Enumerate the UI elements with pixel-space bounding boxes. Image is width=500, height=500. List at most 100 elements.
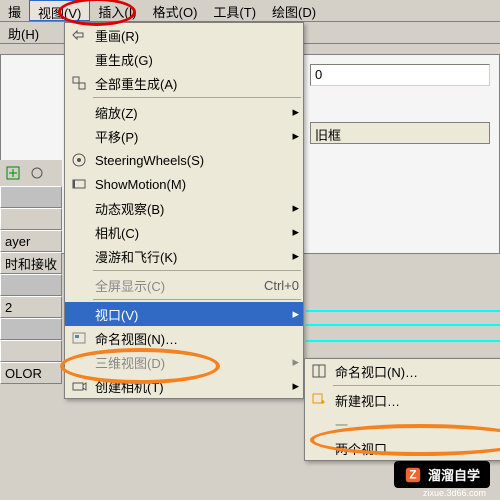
- menu-item-named-views[interactable]: 命名视图(N)…: [65, 326, 303, 350]
- menu-label: 全屏显示(C): [95, 276, 244, 295]
- menu-separator: [333, 385, 500, 386]
- blank-icon: [69, 304, 89, 324]
- submenu-item-new-viewport[interactable]: 新建视口…: [305, 388, 500, 412]
- menu-edit[interactable]: 撮: [0, 0, 29, 21]
- submenu-item-one[interactable]: 一: [305, 412, 500, 436]
- watermark-logo-icon: Z: [404, 466, 422, 484]
- menu-item-pan[interactable]: 平移(P) ▸: [65, 124, 303, 148]
- panel-row-color[interactable]: OLOR: [0, 362, 62, 384]
- toolbar-button[interactable]: [26, 162, 48, 184]
- panel-row: [0, 186, 62, 208]
- blank-icon: [309, 438, 329, 458]
- menu-draw[interactable]: 绘图(D): [264, 0, 324, 21]
- chevron-right-icon: ▸: [292, 200, 299, 216]
- menu-item-zoom[interactable]: 缩放(Z) ▸: [65, 100, 303, 124]
- menu-label: 命名视图(N)…: [95, 329, 299, 348]
- panel-row: [0, 340, 62, 362]
- menu-label: 平移(P): [95, 127, 292, 146]
- menu-label: 命名视口(N)…: [335, 362, 499, 381]
- blank-icon: [309, 414, 329, 434]
- view-dropdown: 重画(R) 重生成(G) 全部重生成(A) 缩放(Z) ▸ 平移(P) ▸ St…: [64, 22, 304, 399]
- menu-label: 相机(C): [95, 223, 292, 242]
- new-viewport-icon: [309, 390, 329, 410]
- menu-item-walk-fly[interactable]: 漫游和飞行(K) ▸: [65, 244, 303, 268]
- menu-help[interactable]: 助(H): [0, 22, 47, 43]
- panel-row: [0, 318, 62, 340]
- chevron-right-icon: ▸: [292, 378, 299, 394]
- viewport-submenu: 命名视口(N)… 新建视口… 一 两个视口…: [304, 358, 500, 461]
- chevron-right-icon: ▸: [292, 306, 299, 322]
- submenu-item-two[interactable]: 两个视口…: [305, 436, 500, 460]
- menu-item-regen[interactable]: 重生成(G): [65, 47, 303, 71]
- wheel-icon: [69, 150, 89, 170]
- drawing-line: [306, 340, 500, 342]
- menu-label: 动态观察(B): [95, 199, 292, 218]
- chevron-right-icon: ▸: [292, 128, 299, 144]
- menu-shortcut: Ctrl+0: [264, 278, 299, 293]
- menu-item-create-camera[interactable]: 创建相机(T) ▸: [65, 374, 303, 398]
- menu-label: 重生成(G): [95, 50, 299, 69]
- named-viewport-icon: [309, 361, 329, 381]
- panel-row: [0, 208, 62, 230]
- submenu-item-named-viewports[interactable]: 命名视口(N)…: [305, 359, 500, 383]
- panel-row[interactable]: 2: [0, 296, 62, 318]
- menubar: 撮 视图(V) 插入(I) 格式(O) 工具(T) 绘图(D): [0, 0, 500, 22]
- panel-row: [0, 274, 62, 296]
- menu-item-3d-views[interactable]: 三维视图(D) ▸: [65, 350, 303, 374]
- watermark: Z 溜溜自学: [394, 461, 490, 488]
- menu-label: 两个视口…: [335, 439, 499, 458]
- menu-item-steeringwheels[interactable]: SteeringWheels(S): [65, 148, 303, 172]
- toolbar-button[interactable]: [2, 162, 24, 184]
- menu-separator: [93, 270, 301, 271]
- input-field-1[interactable]: 0: [310, 64, 490, 86]
- chevron-right-icon: ▸: [292, 104, 299, 120]
- regen-all-icon: [69, 73, 89, 93]
- menu-label: 一: [335, 415, 499, 434]
- blank-icon: [69, 246, 89, 266]
- named-view-icon: [69, 328, 89, 348]
- menu-label: 漫游和飞行(K): [95, 247, 292, 266]
- drawing-line: [306, 324, 500, 326]
- menu-label: 三维视图(D): [95, 353, 292, 372]
- panel-row[interactable]: 时和接收: [0, 252, 62, 274]
- menu-item-camera[interactable]: 相机(C) ▸: [65, 220, 303, 244]
- menu-format[interactable]: 格式(O): [145, 0, 206, 21]
- blank-icon: [69, 198, 89, 218]
- blank-icon: [69, 352, 89, 372]
- menu-label: 缩放(Z): [95, 103, 292, 122]
- chevron-right-icon: ▸: [292, 248, 299, 264]
- left-panel: ayer 时和接收 2 OLOR: [0, 160, 62, 384]
- menu-tools[interactable]: 工具(T): [205, 0, 264, 21]
- menu-item-fullscreen[interactable]: 全屏显示(C) Ctrl+0: [65, 273, 303, 297]
- menu-view[interactable]: 视图(V): [29, 0, 90, 21]
- chevron-right-icon: ▸: [292, 224, 299, 240]
- menu-item-showmotion[interactable]: ShowMotion(M): [65, 172, 303, 196]
- input-field-2[interactable]: 旧框: [310, 122, 490, 144]
- toolbar: [0, 160, 62, 186]
- menu-item-redraw[interactable]: 重画(R): [65, 23, 303, 47]
- menu-label: 新建视口…: [335, 391, 499, 410]
- menu-item-viewport[interactable]: 视口(V) ▸: [65, 302, 303, 326]
- menu-label: 重画(R): [95, 26, 299, 45]
- blank-icon: [69, 222, 89, 242]
- panel-row-layer[interactable]: ayer: [0, 230, 62, 252]
- menu-label: ShowMotion(M): [95, 177, 299, 192]
- motion-icon: [69, 174, 89, 194]
- menu-label: 全部重生成(A): [95, 74, 299, 93]
- blank-icon: [69, 275, 89, 295]
- watermark-text: 溜溜自学: [428, 465, 480, 484]
- menu-label: SteeringWheels(S): [95, 153, 299, 168]
- menu-separator: [93, 299, 301, 300]
- drawing-line: [306, 310, 500, 312]
- menu-item-orbit[interactable]: 动态观察(B) ▸: [65, 196, 303, 220]
- blank-icon: [69, 49, 89, 69]
- camera-icon: [69, 376, 89, 396]
- menu-label: 创建相机(T): [95, 377, 292, 396]
- redraw-icon: [69, 25, 89, 45]
- menu-insert[interactable]: 插入(I): [90, 0, 144, 21]
- blank-icon: [69, 102, 89, 122]
- menu-separator: [93, 97, 301, 98]
- chevron-right-icon: ▸: [292, 354, 299, 370]
- menu-label: 视口(V): [95, 305, 292, 324]
- menu-item-regen-all[interactable]: 全部重生成(A): [65, 71, 303, 95]
